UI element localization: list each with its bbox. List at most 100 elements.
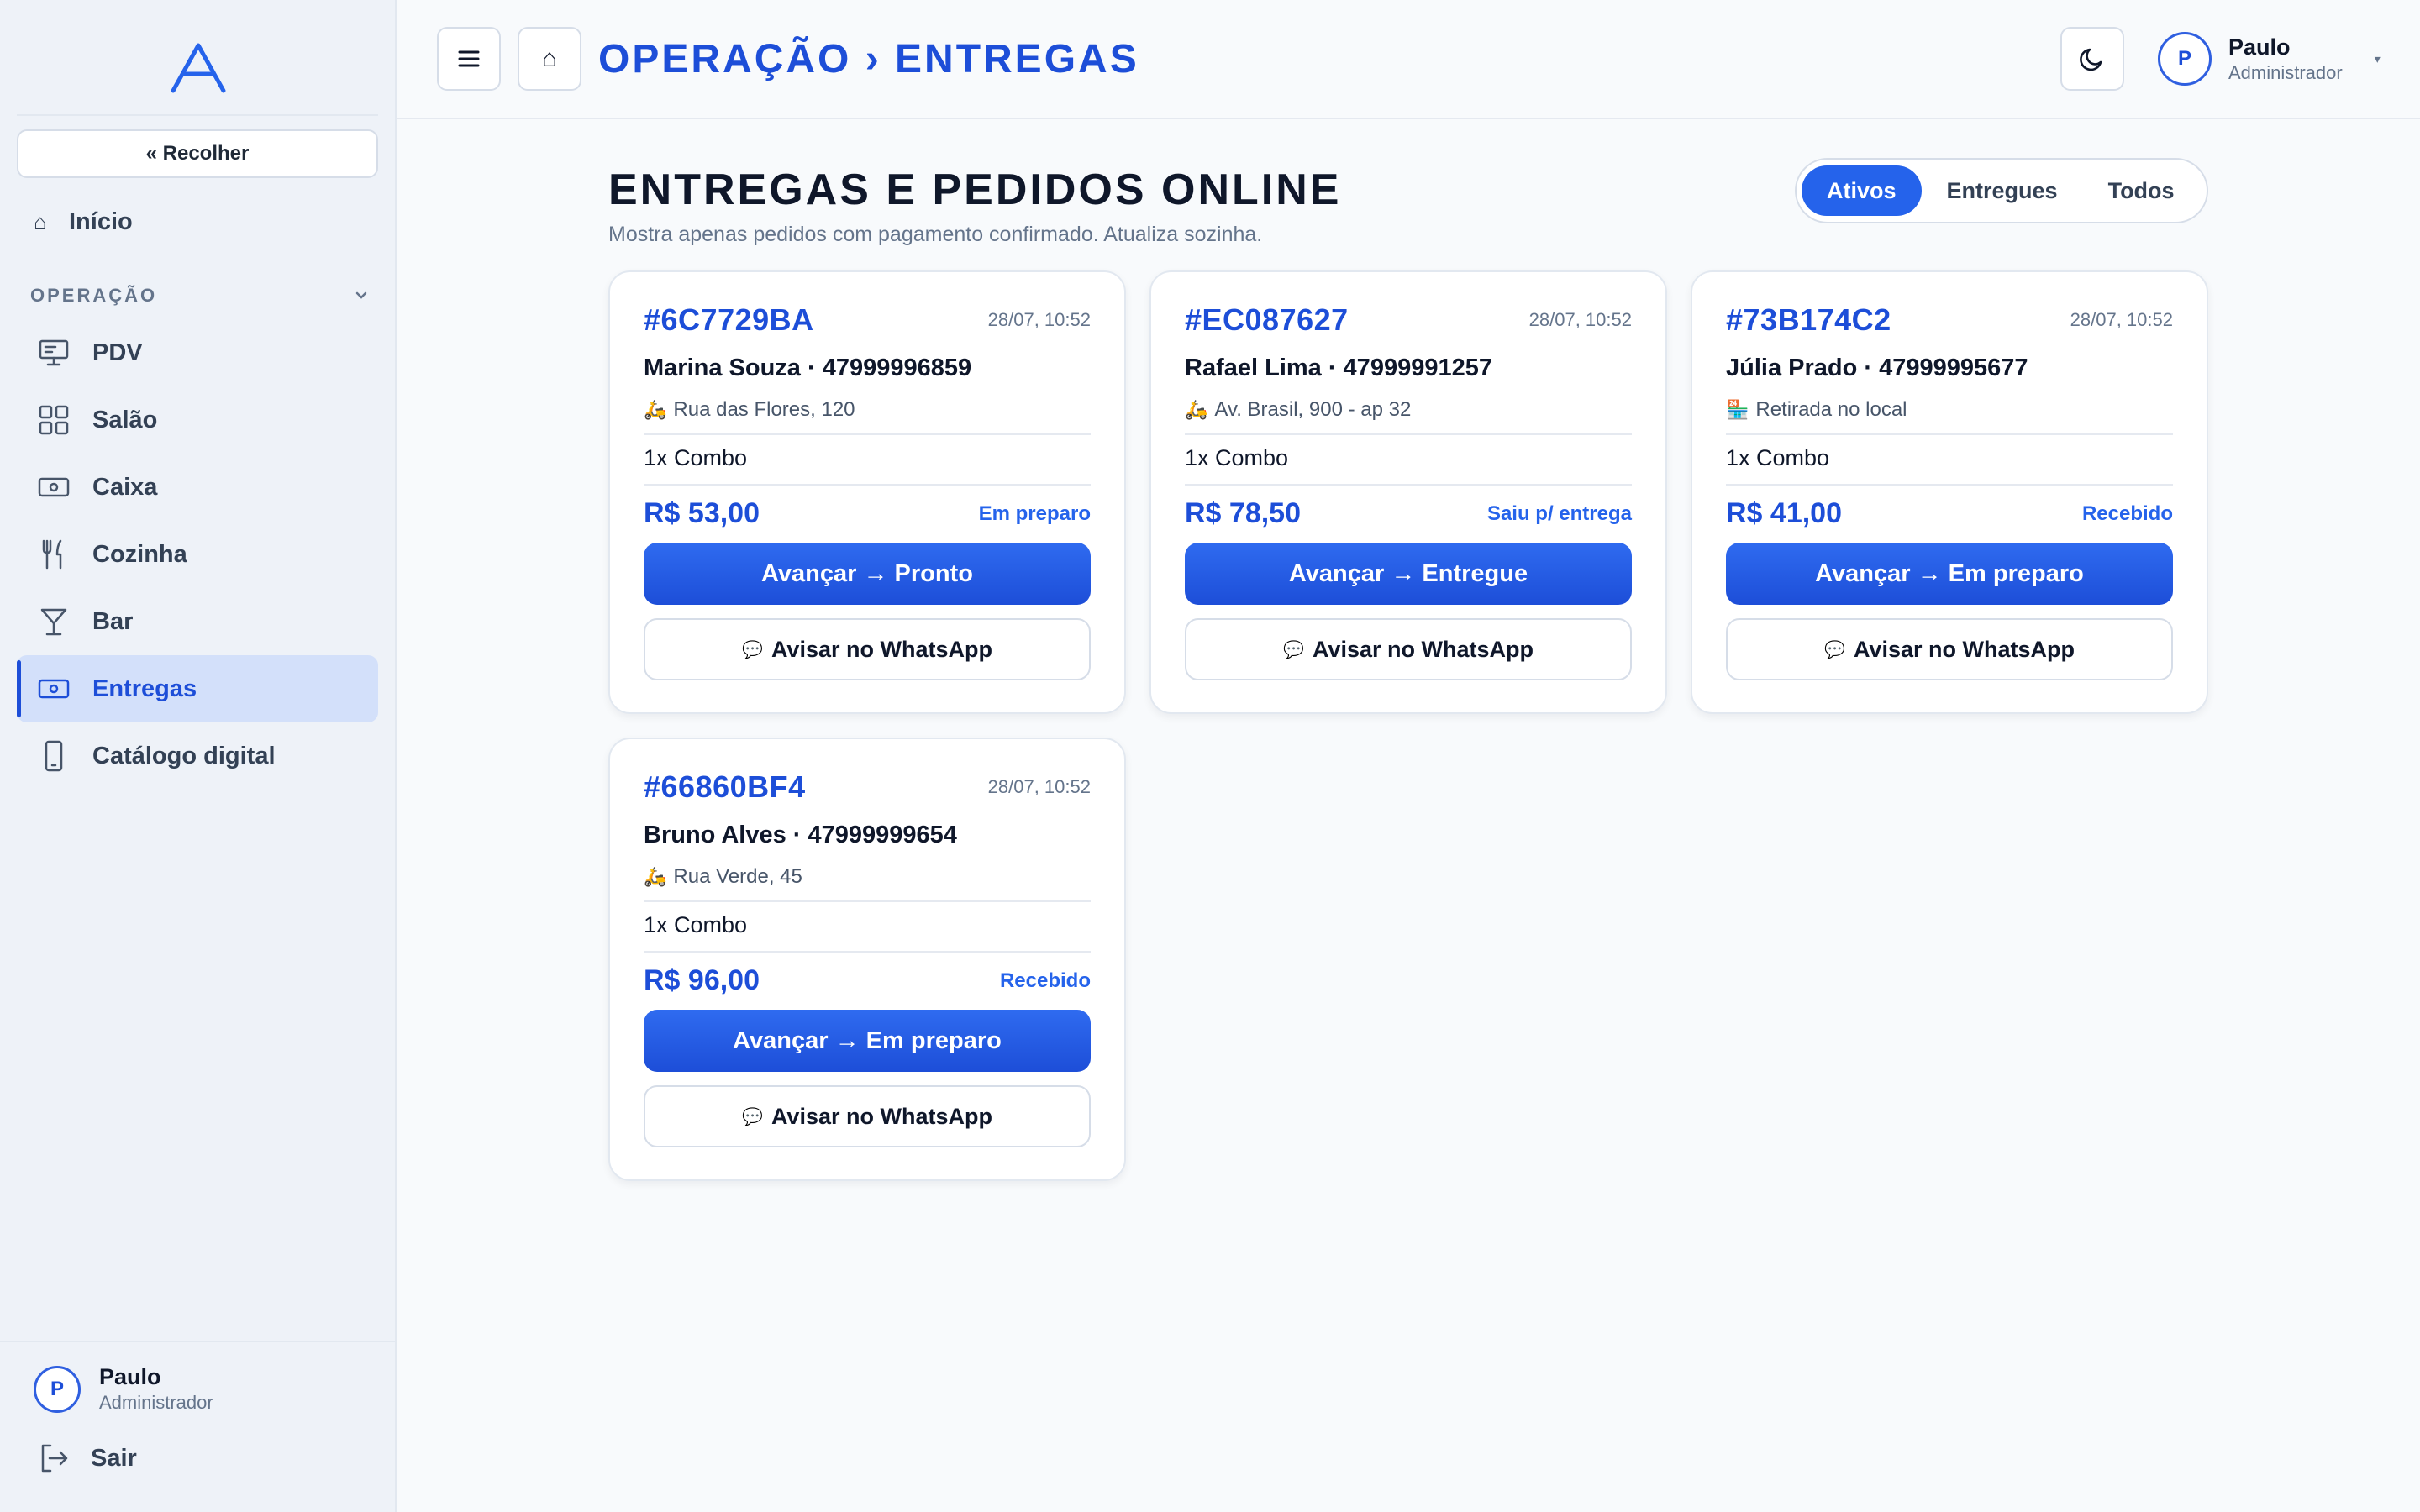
moon-icon <box>2080 48 2102 71</box>
filter-tab-ativos[interactable]: Ativos <box>1802 165 1922 216</box>
home-button[interactable]: ⌂ <box>518 27 581 91</box>
sidebar-item-salao[interactable]: Salão <box>17 386 378 454</box>
divider <box>1185 484 1632 486</box>
whatsapp-label: Avisar no WhatsApp <box>771 636 992 662</box>
scooter-icon: 🛵 <box>644 866 667 887</box>
avatar: P <box>34 1365 81 1413</box>
whatsapp-notify-button[interactable]: 💬 Avisar no WhatsApp <box>644 1085 1091 1147</box>
sidebar-footer-divider <box>0 1341 395 1342</box>
order-items: 1x Combo <box>644 445 748 470</box>
divider <box>644 900 1091 902</box>
sidebar-nav: PDV Salão Caixa Cozinha Bar Entregas Cat… <box>17 319 378 790</box>
customer-info: Marina Souza · 47999996859 <box>644 354 972 381</box>
divider <box>644 951 1091 953</box>
whatsapp-label: Avisar no WhatsApp <box>771 1103 992 1129</box>
theme-toggle-button[interactable] <box>2060 27 2124 91</box>
customer-info: Rafael Lima · 47999991257 <box>1185 354 1492 381</box>
delivery-address: 🏪 Retirada no local <box>1726 398 1907 422</box>
filter-tab-todos[interactable]: Todos <box>2083 165 2200 216</box>
sidebar-item-label: Cozinha <box>92 540 187 568</box>
sidebar-item-inicio[interactable]: ⌂ Início <box>34 202 133 242</box>
whatsapp-notify-button[interactable]: 💬 Avisar no WhatsApp <box>644 618 1091 680</box>
scooter-icon: 🛵 <box>644 399 667 420</box>
order-total: R$ 41,00 <box>1726 497 1842 529</box>
chevron-down-icon <box>355 291 367 299</box>
advance-status-button[interactable]: Avançar → Em preparo <box>1726 543 2173 605</box>
sidebar-item-pdv[interactable]: PDV <box>17 319 378 386</box>
home-icon: ⌂ <box>34 208 47 234</box>
order-id[interactable]: #73B174C2 <box>1726 302 1891 338</box>
menu-button[interactable] <box>437 27 501 91</box>
scooter-icon: 🛵 <box>1185 399 1208 420</box>
order-total: R$ 96,00 <box>644 964 760 996</box>
address-text: Retirada no local <box>1755 398 1907 421</box>
order-items: 1x Combo <box>1726 445 1830 470</box>
advance-status-button[interactable]: Avançar → Pronto <box>644 543 1091 605</box>
delivery-address: 🛵 Av. Brasil, 900 - ap 32 <box>1185 398 1411 422</box>
filter-tab-entregues[interactable]: Entregues <box>1922 165 2083 216</box>
address-text: Rua das Flores, 120 <box>673 398 855 421</box>
divider <box>644 433 1091 435</box>
whatsapp-notify-button[interactable]: 💬 Avisar no WhatsApp <box>1726 618 2173 680</box>
order-total: R$ 78,50 <box>1185 497 1301 529</box>
order-total: R$ 53,00 <box>644 497 760 529</box>
divider <box>1726 433 2173 435</box>
order-time: 28/07, 10:52 <box>1528 309 1632 330</box>
order-time: 28/07, 10:52 <box>987 309 1091 330</box>
address-text: Av. Brasil, 900 - ap 32 <box>1214 398 1412 421</box>
page-subtitle: Mostra apenas pedidos com pagamento conf… <box>608 223 1263 246</box>
logo-divider <box>17 114 378 116</box>
page-title: ENTREGAS E PEDIDOS ONLINE <box>608 165 1342 214</box>
status-filter: Ativos Entregues Todos <box>1795 158 2208 223</box>
section-toggle-operacao[interactable]: OPERAÇÃO <box>30 281 370 311</box>
user-name: Paulo <box>2228 34 2291 60</box>
order-id[interactable]: #EC087627 <box>1185 302 1349 338</box>
breadcrumb: OPERAÇÃO › ENTREGAS <box>598 36 1139 81</box>
sidebar-item-label: Entregas <box>92 675 197 702</box>
sidebar-item-bar[interactable]: Bar <box>17 588 378 655</box>
cash-icon <box>38 679 70 699</box>
order-time: 28/07, 10:52 <box>987 776 1091 797</box>
advance-status-button[interactable]: Avançar → Entregue <box>1185 543 1632 605</box>
caret-down-icon: ▾ <box>2374 51 2381 66</box>
whatsapp-notify-button[interactable]: 💬 Avisar no WhatsApp <box>1185 618 1632 680</box>
sidebar-item-caixa[interactable]: Caixa <box>17 454 378 521</box>
grid-icon <box>39 405 69 435</box>
logout-button[interactable]: Sair <box>37 1441 137 1475</box>
status-badge: Recebido <box>2081 501 2173 525</box>
divider <box>1726 484 2173 486</box>
order-id[interactable]: #6C7729BA <box>644 302 814 338</box>
order-id[interactable]: #66860BF4 <box>644 769 806 805</box>
customer-info: Júlia Prado · 47999995677 <box>1726 354 2028 381</box>
cocktail-glass-icon <box>40 608 67 636</box>
order-time: 28/07, 10:52 <box>2070 309 2173 330</box>
app-logo-icon[interactable] <box>168 40 229 94</box>
user-role: Administrador <box>99 1392 213 1413</box>
divider <box>644 484 1091 486</box>
cash-icon <box>38 477 70 497</box>
status-badge: Saiu p/ entrega <box>1486 501 1632 525</box>
speech-bubble-icon: 💬 <box>742 640 763 659</box>
utensils-icon <box>42 539 62 570</box>
divider <box>1185 433 1632 435</box>
sidebar-item-catalogo-digital[interactable]: Catálogo digital <box>17 722 378 790</box>
whatsapp-label: Avisar no WhatsApp <box>1853 636 2075 662</box>
address-text: Rua Verde, 45 <box>673 865 802 888</box>
hamburger-icon <box>458 50 480 67</box>
speech-bubble-icon: 💬 <box>1824 640 1845 659</box>
advance-status-button[interactable]: Avançar → Em preparo <box>644 1010 1091 1072</box>
order-items: 1x Combo <box>644 912 748 937</box>
collapse-sidebar-button[interactable]: « Recolher <box>17 129 378 178</box>
sidebar-user[interactable]: P Paulo Administrador <box>34 1364 213 1414</box>
delivery-address: 🛵 Rua Verde, 45 <box>644 865 802 889</box>
user-name: Paulo <box>99 1364 161 1389</box>
customer-info: Bruno Alves · 47999999654 <box>644 822 957 848</box>
sidebar-item-cozinha[interactable]: Cozinha <box>17 521 378 588</box>
sidebar-item-entregas[interactable]: Entregas <box>17 655 378 722</box>
sidebar: « Recolher ⌂ Início OPERAÇÃO PDV Salão C… <box>0 0 397 1512</box>
user-menu[interactable]: P Paulo Administrador ▾ <box>2158 32 2381 86</box>
sidebar-item-label: Caixa <box>92 473 158 501</box>
sidebar-item-label: Salão <box>92 406 158 433</box>
order-items: 1x Combo <box>1185 445 1289 470</box>
logout-icon <box>41 1444 68 1473</box>
